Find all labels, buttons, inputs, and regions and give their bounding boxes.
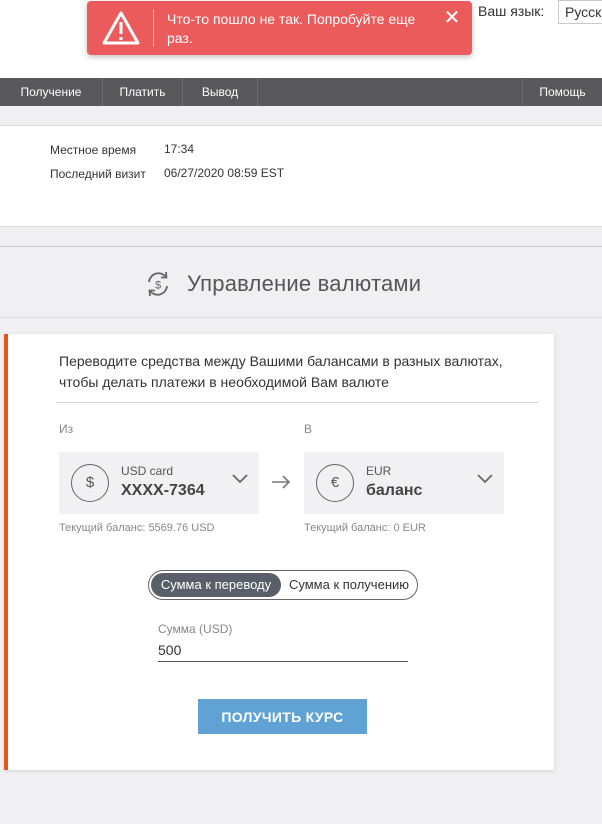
chevron-down-icon <box>232 474 248 484</box>
chevron-down-icon <box>477 474 493 484</box>
currency-exchange-card: Переводите средства между Вашими баланса… <box>4 334 554 770</box>
svg-text:$: $ <box>155 280 161 292</box>
from-account-select[interactable]: $ USD card XXXX-7364 <box>59 452 259 514</box>
language-label: Ваш язык: <box>478 3 545 19</box>
to-account-select[interactable]: € EUR баланс <box>304 452 504 514</box>
last-visit-label: Последний визит <box>50 167 146 181</box>
amount-mode-toggle: Сумма к переводу Сумма к получению <box>148 570 418 600</box>
error-toast: Что-то пошло не так. Попробуйте еще раз.… <box>87 1 472 55</box>
session-info-panel: Местное время 17:34 Последний визит 06/2… <box>0 125 602 227</box>
euro-icon: € <box>316 464 354 502</box>
page-title: Управление валютами <box>187 271 422 296</box>
amount-input[interactable] <box>158 638 408 662</box>
main-nav: Получение Платить Вывод Помощь <box>0 78 602 106</box>
nav-item-pay[interactable]: Платить <box>103 78 183 106</box>
from-account-number: XXXX-7364 <box>121 482 205 499</box>
from-account-type: USD card <box>121 464 174 478</box>
to-balance-note: Текущий баланс: 0 EUR <box>304 522 426 534</box>
toggle-send-amount[interactable]: Сумма к переводу <box>151 573 281 597</box>
warning-icon <box>102 11 140 45</box>
toast-divider <box>153 9 154 47</box>
nav-item-receive[interactable]: Получение <box>0 78 103 106</box>
nav-item-help[interactable]: Помощь <box>522 78 602 106</box>
toggle-receive-amount[interactable]: Сумма к получению <box>283 573 415 597</box>
arrow-right-icon <box>272 475 291 489</box>
from-balance-note: Текущий баланс: 5569.76 USD <box>59 522 215 534</box>
local-time-label: Местное время <box>50 143 137 157</box>
card-description: Переводите средства между Вашими баланса… <box>59 353 503 390</box>
to-account-type: EUR <box>366 464 392 478</box>
from-label: Из <box>59 422 74 436</box>
to-account-number: баланс <box>366 482 423 499</box>
currency-exchange-icon: $ <box>148 271 168 297</box>
last-visit-value: 06/27/2020 08:59 EST <box>164 166 285 180</box>
get-rate-button[interactable]: ПОЛУЧИТЬ КУРС <box>198 699 367 734</box>
toast-message: Что-то пошло не так. Попробуйте еще раз. <box>167 11 416 46</box>
to-label: В <box>304 422 313 436</box>
divider <box>56 402 538 403</box>
dollar-icon: $ <box>71 464 109 502</box>
divider <box>0 317 602 318</box>
amount-label: Сумма (USD) <box>158 622 233 636</box>
local-time-value: 17:34 <box>164 142 195 156</box>
language-select[interactable]: Русский <box>558 0 602 24</box>
nav-item-withdraw[interactable]: Вывод <box>183 78 258 106</box>
divider <box>0 246 602 247</box>
close-icon[interactable]: ✕ <box>441 7 463 29</box>
